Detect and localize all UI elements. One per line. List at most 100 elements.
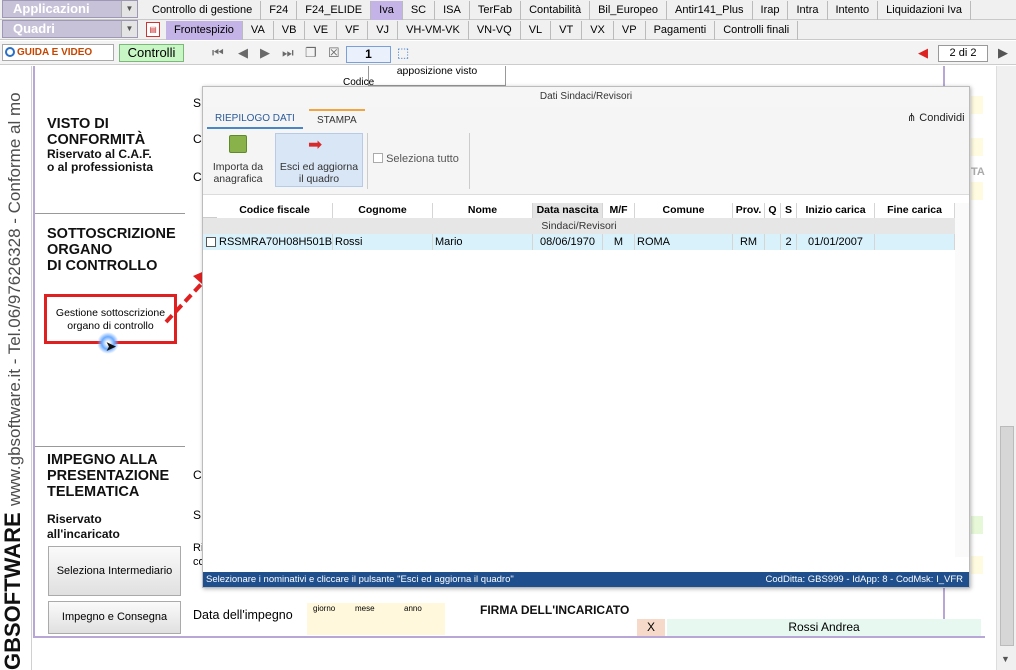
- importa-anagrafica-button[interactable]: Importa da anagrafica: [205, 133, 271, 189]
- first-page-icon[interactable]: ⏮: [212, 45, 224, 61]
- column-header-s[interactable]: S: [781, 203, 797, 218]
- page-number-input[interactable]: 1: [346, 46, 391, 63]
- quadri-tab-ve[interactable]: VE: [305, 21, 338, 40]
- left-brand-strip: www.gbsoftware.it - Tel.06/97626328 - Co…: [0, 66, 32, 670]
- menu-tab-controllo-di-gestione[interactable]: Controllo di gestione: [144, 1, 262, 20]
- impegno-consegna-button[interactable]: Impegno e Consegna: [48, 601, 181, 634]
- condividi-button[interactable]: ⋔ Condividi: [907, 111, 965, 124]
- seleziona-tutto-label: Seleziona tutto: [386, 153, 459, 165]
- chevron-down-icon[interactable]: ▼: [121, 21, 137, 37]
- sottoscrizione-title: SOTTOSCRIZIONE ORGANO DI CONTROLLO: [47, 226, 176, 274]
- tab-riepilogo-dati[interactable]: RIEPILOGO DATI: [207, 109, 303, 129]
- frag-c2: C: [193, 170, 202, 184]
- previous-module-icon[interactable]: ◀: [918, 45, 928, 61]
- copy-page-icon[interactable]: ❐: [305, 45, 317, 61]
- menu-tab-f24[interactable]: F24: [261, 1, 298, 20]
- chevron-down-icon[interactable]: ▼: [121, 1, 137, 17]
- esci-aggiorna-button[interactable]: ➡ Esci ed aggiorna il quadro: [275, 133, 363, 187]
- pdf-icon[interactable]: ▤: [146, 22, 160, 37]
- table-cell: M: [603, 234, 635, 250]
- table-cell: 2: [781, 234, 797, 250]
- frag-s: S: [193, 96, 202, 110]
- quadri-tab-frontespizio[interactable]: Frontespizio: [166, 21, 243, 40]
- previous-page-icon[interactable]: ◀: [238, 45, 248, 61]
- menu-tab-terfab[interactable]: TerFab: [470, 1, 522, 20]
- column-header-data-nascita[interactable]: Data nascita: [533, 203, 603, 218]
- applicazioni-dropdown[interactable]: Applicazioni ▼: [2, 0, 138, 18]
- column-header-cognome[interactable]: Cognome: [333, 203, 433, 218]
- menu-tab-contabilit-[interactable]: Contabilità: [521, 1, 591, 20]
- esci-label: Esci ed aggiorna il quadro: [279, 161, 359, 185]
- next-module-icon[interactable]: ▶: [998, 45, 1008, 61]
- quadri-menu-bar: Quadri ▼ ▤ Frontespizio VA VB VE VF VJ VH-VM-V…: [0, 20, 1016, 40]
- delete-page-icon[interactable]: ☒: [328, 45, 340, 61]
- incaricato-name-field[interactable]: Rossi Andrea: [667, 619, 981, 636]
- frag-c1: C: [193, 132, 202, 146]
- mese-label: mese: [355, 604, 375, 613]
- frag-ta: TA: [971, 166, 985, 178]
- firma-label: FIRMA DELL'INCARICATO: [480, 603, 630, 617]
- row-checkbox[interactable]: [206, 237, 216, 247]
- applicazioni-label: Applicazioni: [13, 1, 90, 16]
- controlli-button[interactable]: Controlli: [119, 44, 184, 62]
- menu-tab-irap[interactable]: Irap: [753, 1, 789, 20]
- menu-tab-isa[interactable]: ISA: [435, 1, 470, 20]
- menu-tab-bil-europeo[interactable]: Bil_Europeo: [590, 1, 668, 20]
- quadri-tab-vh-vm-vk[interactable]: VH-VM-VK: [398, 21, 469, 40]
- column-header-q[interactable]: Q: [765, 203, 781, 218]
- quadri-tab-vn-vq[interactable]: VN-VQ: [469, 21, 521, 40]
- impegno-title: IMPEGNO ALLA PRESENTAZIONE TELEMATICA: [47, 452, 170, 500]
- menu-tab-antir141-plus[interactable]: Antir141_Plus: [667, 1, 753, 20]
- menu-tab-sc[interactable]: SC: [403, 1, 436, 20]
- quadri-tab-va[interactable]: VA: [243, 21, 274, 40]
- seleziona-intermediario-button[interactable]: Seleziona Intermediario: [48, 546, 181, 596]
- quadri-dropdown[interactable]: Quadri ▼: [2, 20, 138, 38]
- quadri-tab-vx[interactable]: VX: [582, 21, 614, 40]
- quadri-tab-controlli-finali[interactable]: Controlli finali: [715, 21, 799, 40]
- menu-tab-intento[interactable]: Intento: [828, 1, 879, 20]
- quadri-tab-vp[interactable]: VP: [614, 21, 646, 40]
- quadri-tab-pagamenti[interactable]: Pagamenti: [646, 21, 716, 40]
- gestione-sottoscrizione-button[interactable]: Gestione sottoscrizione organo di contro…: [50, 307, 171, 333]
- guida-video-button[interactable]: GUIDA E VIDEO: [2, 44, 114, 61]
- table-cell: Rossi: [333, 234, 433, 250]
- anno-label: anno: [404, 604, 422, 613]
- tab-stampa[interactable]: STAMPA: [309, 109, 365, 129]
- go-to-page-icon[interactable]: ⬚: [397, 45, 409, 61]
- quadri-tab-vf[interactable]: VF: [337, 21, 369, 40]
- scroll-down-icon[interactable]: ▼: [1001, 654, 1010, 664]
- next-page-icon[interactable]: ▶: [260, 45, 270, 61]
- menu-tab-intra[interactable]: Intra: [788, 1, 828, 20]
- quadri-tab-vb[interactable]: VB: [274, 21, 306, 40]
- group-label: Sindaci/Revisori: [203, 218, 955, 234]
- dialog-ribbon: RIEPILOGO DATI STAMPA ⋔ Condividi Import…: [203, 107, 969, 195]
- column-header-inizio-carica[interactable]: Inizio carica: [797, 203, 875, 218]
- column-header-fine-carica[interactable]: Fine carica: [875, 203, 955, 218]
- column-header-comune[interactable]: Comune: [635, 203, 733, 218]
- grid-header: Codice fiscale Cognome Nome Data nascita M/F…: [203, 203, 955, 218]
- applications-tabs: Controllo di gestione F24 F24_ELIDE Iva SC IS…: [144, 1, 971, 20]
- quadri-tab-vj[interactable]: VJ: [368, 21, 399, 40]
- column-header-nome[interactable]: Nome: [433, 203, 533, 218]
- table-row[interactable]: RSSMRA70H08H501B Rossi Mario 08/06/1970 M ROM…: [203, 234, 955, 250]
- import-icon: [229, 135, 247, 153]
- vertical-scrollbar[interactable]: ▼: [996, 66, 1016, 670]
- last-page-icon[interactable]: ⏭: [282, 45, 294, 61]
- quadri-tab-vl[interactable]: VL: [521, 21, 552, 40]
- menu-tab-liquidazioni-iva[interactable]: Liquidazioni Iva: [878, 1, 971, 20]
- column-header-prov-[interactable]: Prov.: [733, 203, 765, 218]
- checkbox-icon[interactable]: [373, 153, 383, 163]
- column-header-m-f[interactable]: M/F: [603, 203, 635, 218]
- menu-tab-f24-elide[interactable]: F24_ELIDE: [297, 1, 372, 20]
- menu-tab-iva[interactable]: Iva: [371, 1, 403, 20]
- table-cell: [765, 234, 781, 250]
- seleziona-tutto-checkbox[interactable]: Seleziona tutto: [373, 153, 459, 165]
- scrollbar-thumb[interactable]: [1000, 426, 1014, 646]
- firma-checkbox[interactable]: X: [637, 619, 665, 636]
- search-icon: [5, 47, 15, 57]
- sindaci-revisori-dialog: Dati Sindaci/Revisori RIEPILOGO DATI STA…: [202, 86, 970, 588]
- column-header-codice-fiscale[interactable]: Codice fiscale: [217, 203, 333, 218]
- quadri-tab-vt[interactable]: VT: [551, 21, 583, 40]
- visto-subtitle: Riservato al C.A.F. o al professionista: [47, 147, 154, 174]
- apposizione-header: apposizione visto: [368, 66, 506, 86]
